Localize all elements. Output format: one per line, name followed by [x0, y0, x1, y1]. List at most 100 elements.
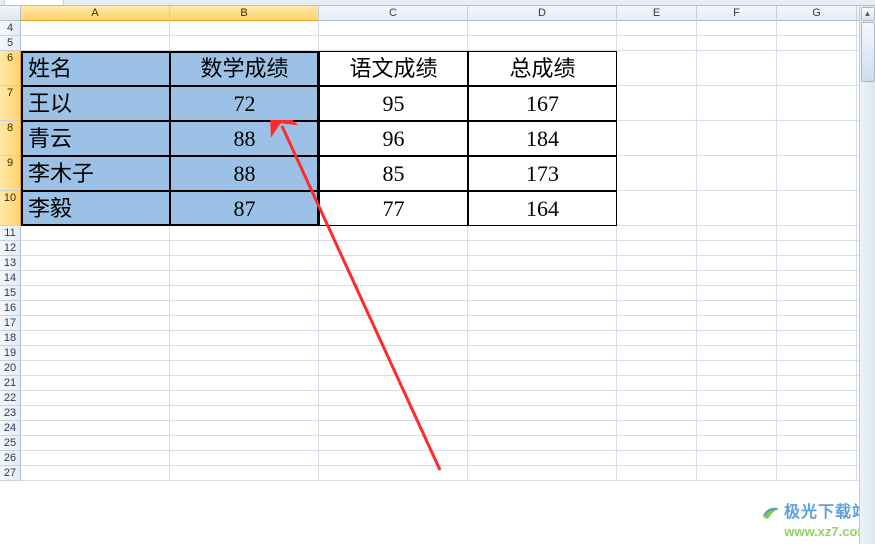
- cell-B27[interactable]: [170, 466, 319, 481]
- col-header-E[interactable]: E: [617, 6, 697, 21]
- cell-C11[interactable]: [319, 226, 468, 241]
- cell-G5[interactable]: [777, 36, 857, 51]
- cell-D17[interactable]: [468, 316, 617, 331]
- cell-A4[interactable]: [21, 21, 170, 36]
- cell-A25[interactable]: [21, 436, 170, 451]
- cell-D13[interactable]: [468, 256, 617, 271]
- row-header-12[interactable]: 12: [0, 241, 21, 256]
- cell-B11[interactable]: [170, 226, 319, 241]
- cell-G18[interactable]: [777, 331, 857, 346]
- cell-E15[interactable]: [617, 286, 697, 301]
- cell-G23[interactable]: [777, 406, 857, 421]
- cell-B21[interactable]: [170, 376, 319, 391]
- cell-G24[interactable]: [777, 421, 857, 436]
- cell-B12[interactable]: [170, 241, 319, 256]
- cell-C22[interactable]: [319, 391, 468, 406]
- cell-D24[interactable]: [468, 421, 617, 436]
- cell-G14[interactable]: [777, 271, 857, 286]
- cell-A9[interactable]: 李木子: [21, 156, 170, 191]
- cell-G25[interactable]: [777, 436, 857, 451]
- cell-D5[interactable]: [468, 36, 617, 51]
- cell-E11[interactable]: [617, 226, 697, 241]
- row-header-15[interactable]: 15: [0, 286, 21, 301]
- cell-G21[interactable]: [777, 376, 857, 391]
- cell-E13[interactable]: [617, 256, 697, 271]
- cell-G6[interactable]: [777, 51, 857, 86]
- col-header-C[interactable]: C: [319, 6, 468, 21]
- cell-E7[interactable]: [617, 86, 697, 121]
- scroll-up-button[interactable]: ▲: [861, 7, 875, 21]
- cell-E4[interactable]: [617, 21, 697, 36]
- row-header-14[interactable]: 14: [0, 271, 21, 286]
- cell-E26[interactable]: [617, 451, 697, 466]
- cell-C14[interactable]: [319, 271, 468, 286]
- row-header-16[interactable]: 16: [0, 301, 21, 316]
- cell-C18[interactable]: [319, 331, 468, 346]
- cell-D23[interactable]: [468, 406, 617, 421]
- cell-A5[interactable]: [21, 36, 170, 51]
- cell-B8[interactable]: 88: [170, 121, 319, 156]
- cell-B16[interactable]: [170, 301, 319, 316]
- cell-D7[interactable]: 167: [468, 86, 617, 121]
- cell-D22[interactable]: [468, 391, 617, 406]
- cell-C13[interactable]: [319, 256, 468, 271]
- cell-E8[interactable]: [617, 121, 697, 156]
- cell-B26[interactable]: [170, 451, 319, 466]
- cell-G10[interactable]: [777, 191, 857, 226]
- cell-F24[interactable]: [697, 421, 777, 436]
- cell-D11[interactable]: [468, 226, 617, 241]
- cell-C6[interactable]: 语文成绩: [319, 51, 468, 86]
- cell-A24[interactable]: [21, 421, 170, 436]
- cell-G12[interactable]: [777, 241, 857, 256]
- cell-B5[interactable]: [170, 36, 319, 51]
- cell-G13[interactable]: [777, 256, 857, 271]
- cell-A6[interactable]: 姓名: [21, 51, 170, 86]
- col-header-A[interactable]: A: [21, 6, 170, 21]
- row-header-11[interactable]: 11: [0, 226, 21, 241]
- cell-G22[interactable]: [777, 391, 857, 406]
- cell-A11[interactable]: [21, 226, 170, 241]
- cell-E14[interactable]: [617, 271, 697, 286]
- cell-G17[interactable]: [777, 316, 857, 331]
- cell-D12[interactable]: [468, 241, 617, 256]
- cell-F23[interactable]: [697, 406, 777, 421]
- cell-A13[interactable]: [21, 256, 170, 271]
- cell-B9[interactable]: 88: [170, 156, 319, 191]
- cell-E22[interactable]: [617, 391, 697, 406]
- cell-G8[interactable]: [777, 121, 857, 156]
- cell-G20[interactable]: [777, 361, 857, 376]
- cell-E25[interactable]: [617, 436, 697, 451]
- row-header-13[interactable]: 13: [0, 256, 21, 271]
- cell-G11[interactable]: [777, 226, 857, 241]
- cell-B24[interactable]: [170, 421, 319, 436]
- cell-A23[interactable]: [21, 406, 170, 421]
- cell-D26[interactable]: [468, 451, 617, 466]
- vertical-scrollbar[interactable]: ▲: [859, 6, 875, 544]
- cell-E23[interactable]: [617, 406, 697, 421]
- cell-D25[interactable]: [468, 436, 617, 451]
- cell-A26[interactable]: [21, 451, 170, 466]
- cell-F27[interactable]: [697, 466, 777, 481]
- cell-B13[interactable]: [170, 256, 319, 271]
- cell-F5[interactable]: [697, 36, 777, 51]
- cell-G7[interactable]: [777, 86, 857, 121]
- cell-F25[interactable]: [697, 436, 777, 451]
- cell-B10[interactable]: 87: [170, 191, 319, 226]
- cell-F18[interactable]: [697, 331, 777, 346]
- cell-A16[interactable]: [21, 301, 170, 316]
- name-box[interactable]: A6: [4, 0, 64, 6]
- row-header-5[interactable]: 5: [0, 36, 21, 51]
- cell-E6[interactable]: [617, 51, 697, 86]
- cell-G15[interactable]: [777, 286, 857, 301]
- cell-F22[interactable]: [697, 391, 777, 406]
- cell-C19[interactable]: [319, 346, 468, 361]
- row-header-20[interactable]: 20: [0, 361, 21, 376]
- cell-F12[interactable]: [697, 241, 777, 256]
- cell-F20[interactable]: [697, 361, 777, 376]
- cell-E10[interactable]: [617, 191, 697, 226]
- cell-B14[interactable]: [170, 271, 319, 286]
- cell-C17[interactable]: [319, 316, 468, 331]
- cell-B22[interactable]: [170, 391, 319, 406]
- cell-C25[interactable]: [319, 436, 468, 451]
- cell-A21[interactable]: [21, 376, 170, 391]
